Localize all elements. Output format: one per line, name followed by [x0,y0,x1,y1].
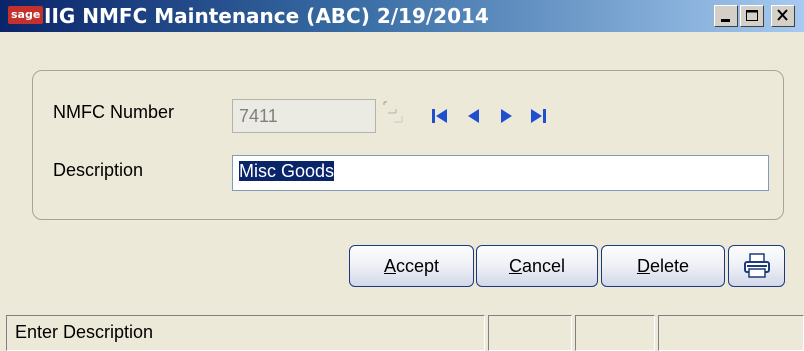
cancel-mnemonic: C [508,256,522,276]
maximize-button[interactable] [740,5,764,27]
lookup-icon[interactable] [382,100,404,126]
minimize-button[interactable] [714,5,738,27]
nmfc-number-field[interactable] [232,99,376,133]
delete-button[interactable]: Delete [601,245,725,287]
printer-icon [744,253,770,278]
cancel-button[interactable]: Cancel [476,245,598,287]
close-button[interactable] [771,5,795,27]
next-record-icon[interactable] [496,106,516,126]
nmfc-number-label: NMFC Number [53,102,175,122]
first-record-icon[interactable] [430,106,450,126]
status-bar: Enter Description [0,312,804,351]
status-pane-2 [488,315,572,351]
status-pane-3 [575,315,655,351]
maximize-icon [746,10,758,21]
close-icon [777,9,788,21]
accept-button[interactable]: Accept [349,245,474,287]
accept-mnemonic: A [383,256,396,276]
print-button[interactable] [728,245,785,287]
record-group-box [32,70,784,220]
last-record-icon[interactable] [528,106,548,126]
title-bar[interactable]: sage IIG NMFC Maintenance (ABC) 2/19/201… [0,0,804,32]
minimize-icon [721,19,730,22]
accept-label: ccept [395,256,440,276]
previous-record-icon[interactable] [464,106,484,126]
status-message: Enter Description [6,315,485,351]
sage-logo: sage [8,6,44,24]
description-field[interactable]: Misc Goods [232,155,769,191]
description-selected-text: Misc Goods [239,161,335,181]
nmfc-maintenance-window: sage IIG NMFC Maintenance (ABC) 2/19/201… [0,0,804,351]
description-label: Description [53,160,144,180]
status-pane-4 [658,315,804,351]
delete-mnemonic: D [636,256,650,276]
delete-label: elete [649,256,690,276]
window-title: IIG NMFC Maintenance (ABC) 2/19/2014 [44,4,489,28]
cancel-label: ancel [521,256,566,276]
